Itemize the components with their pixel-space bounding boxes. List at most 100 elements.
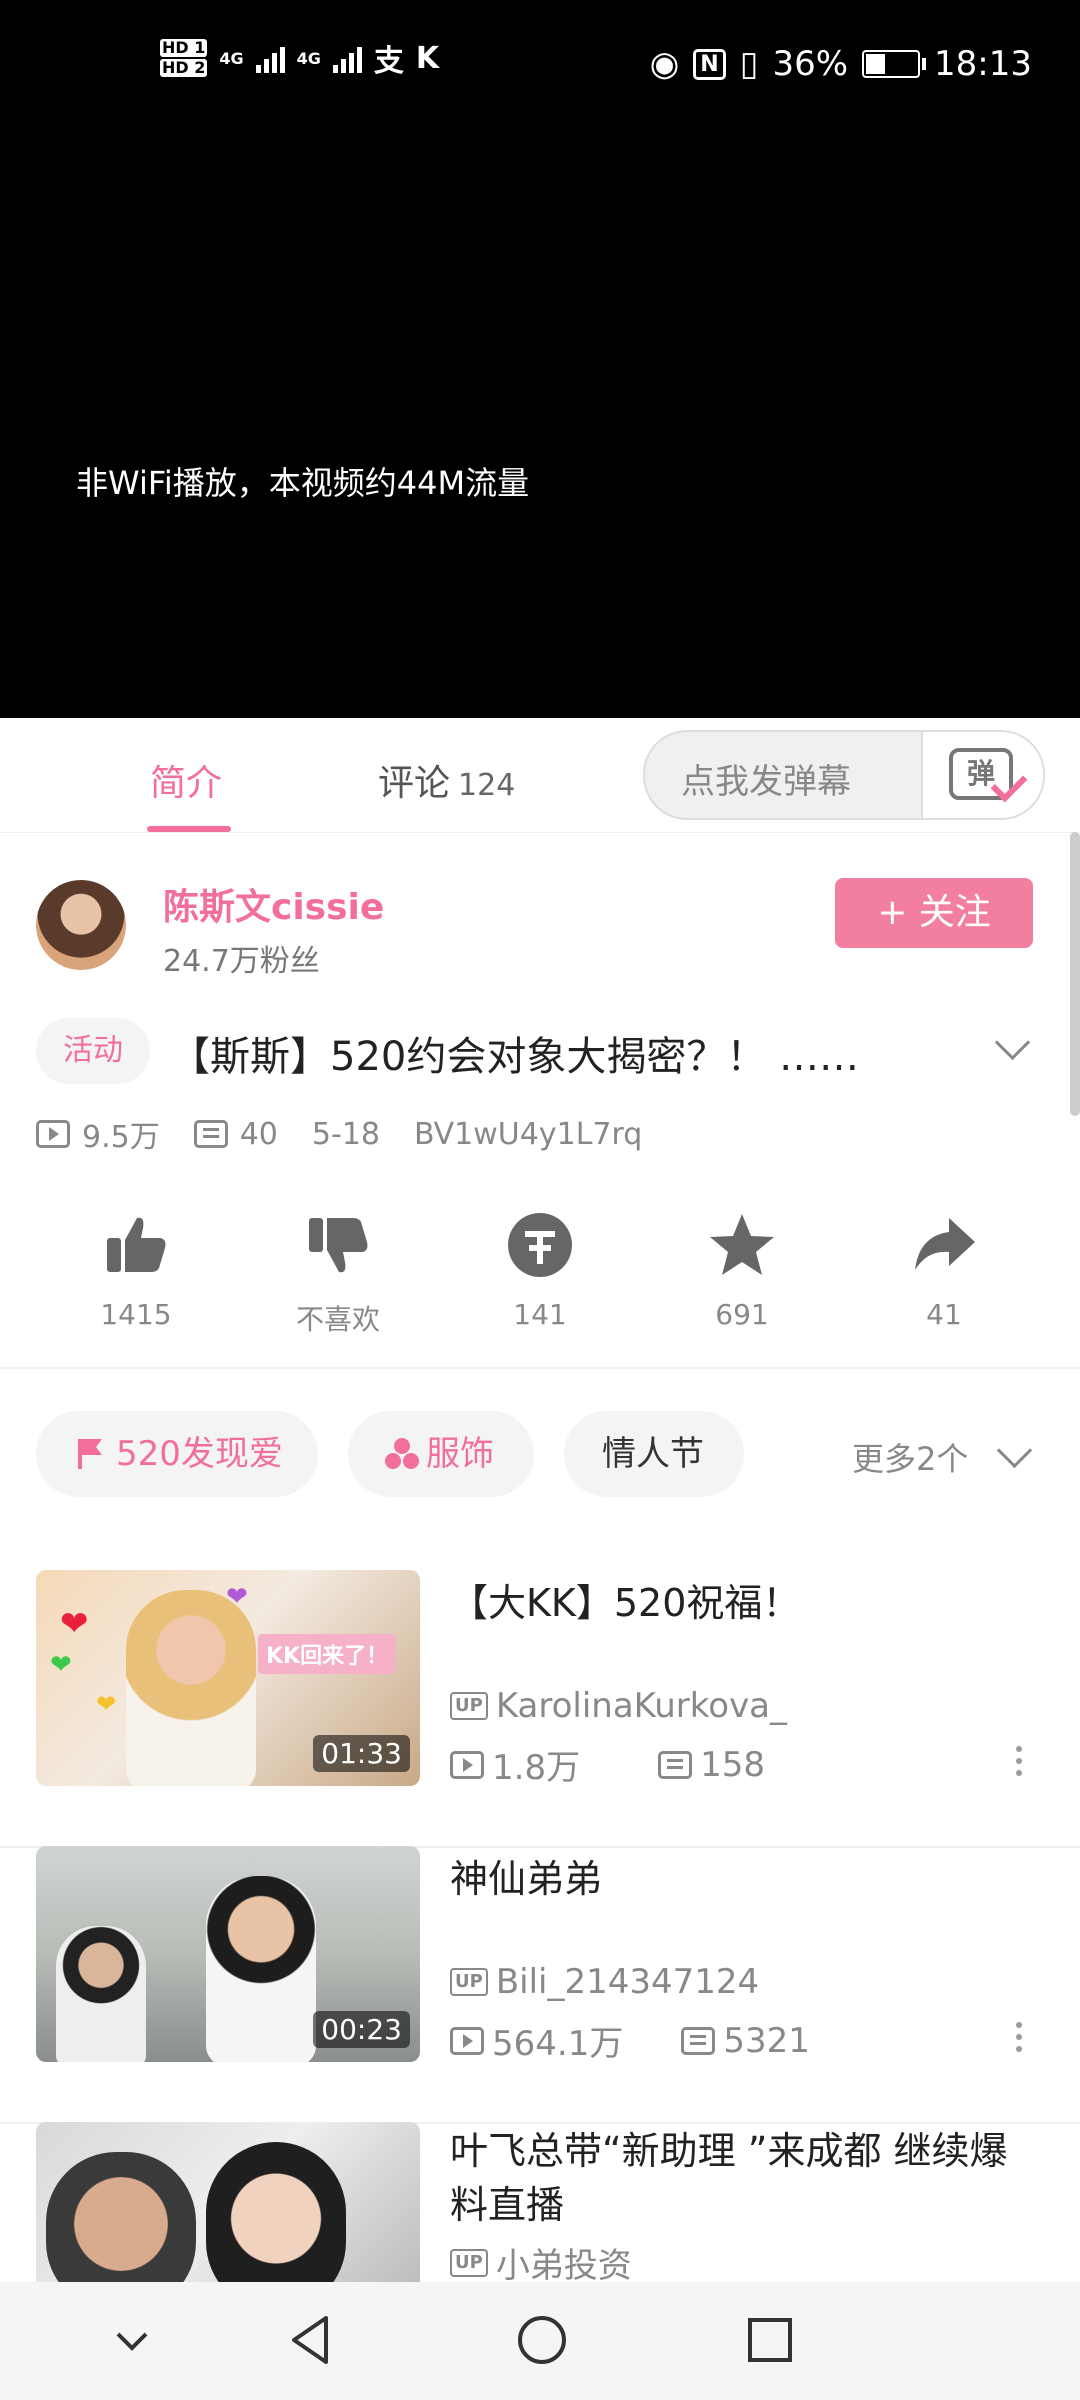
home-icon[interactable] xyxy=(514,2312,570,2368)
system-nav-bar xyxy=(0,2282,1080,2400)
video-title: 【斯斯】520约会对象大揭密？！ …… xyxy=(170,1034,860,1080)
thumbs-up-icon xyxy=(107,1217,166,1272)
danmaku-input[interactable]: 点我发弹幕 弹 xyxy=(643,730,1045,820)
recents-icon[interactable] xyxy=(744,2314,796,2366)
thumbnail-heart: ❤ xyxy=(226,1582,248,1612)
coin-icon xyxy=(508,1213,572,1277)
share-arrow-icon xyxy=(915,1218,975,1270)
hd2-label: HD 2 xyxy=(160,58,208,77)
rec-danmaku: 158 xyxy=(700,1744,765,1785)
comment-count: 124 xyxy=(458,768,516,803)
rec-views: 1.8万 xyxy=(492,1748,581,1788)
rec-stats: 1.8万 158 xyxy=(450,1740,765,1789)
play-count-icon xyxy=(450,1750,484,1779)
rec-title: 神仙弟弟 xyxy=(450,1857,603,1901)
flag-icon xyxy=(78,1439,102,1469)
danmaku-count: 40 xyxy=(239,1116,278,1152)
back-icon[interactable] xyxy=(286,2312,336,2368)
signal-2-icon xyxy=(332,43,362,73)
expand-chevron-icon[interactable] xyxy=(994,1024,1031,1061)
like-button[interactable]: 1415 xyxy=(56,1210,216,1331)
hd1-label: HD 1 xyxy=(160,38,208,57)
thumbnail-heart: ❤ xyxy=(96,1690,117,1718)
rec-danmaku: 5321 xyxy=(723,2020,810,2061)
video-thumbnail[interactable]: ❤ ❤ ❤ ❤ KK回来了！ 01:33 xyxy=(36,1570,420,1786)
favorite-button[interactable]: 691 xyxy=(662,1210,822,1331)
more-tags-label: 更多2个 xyxy=(852,1440,969,1478)
alipay-icon: 支 xyxy=(373,44,404,79)
avatar[interactable] xyxy=(36,880,126,970)
data-usage-notice: 非WiFi播放，本视频约44M流量 xyxy=(76,464,530,502)
signal-icon xyxy=(255,43,285,73)
section-divider xyxy=(0,1367,1080,1369)
hide-keyboard-chevron-icon[interactable] xyxy=(112,2320,152,2360)
danmaku-placeholder: 点我发弹幕 xyxy=(681,762,851,802)
thumbnail-heart: ❤ xyxy=(60,1604,89,1644)
rec-title: 【大KK】520祝福！ xyxy=(450,1581,801,1625)
tab-intro[interactable]: 简介 xyxy=(150,754,222,806)
coin-count: 141 xyxy=(513,1298,567,1331)
tab-active-indicator xyxy=(147,826,231,832)
scrollbar[interactable] xyxy=(1070,832,1080,1116)
rec-stats: 564.1万 5321 xyxy=(450,2016,810,2065)
view-count: 9.5万 xyxy=(82,1120,160,1155)
app-k-icon: K xyxy=(415,40,440,76)
network-2-label: 4G xyxy=(296,48,321,68)
dislike-button[interactable]: 不喜欢 xyxy=(258,1210,418,1338)
uploader-name[interactable]: 陈斯文cissie xyxy=(163,878,384,930)
dislike-label: 不喜欢 xyxy=(295,1303,380,1336)
tab-comments-label: 评论 xyxy=(378,763,451,804)
status-bar: HD 1 HD 2 4G 4G 支 K ◉ N ▯ 36% 18:13 xyxy=(0,0,1080,136)
rec-uploader-name: KarolinaKurkova_ xyxy=(495,1686,788,1726)
video-thumbnail[interactable] xyxy=(36,2122,420,2282)
status-left: HD 1 HD 2 4G 4G 支 K xyxy=(160,36,439,80)
more-tags-button[interactable]: 更多2个 xyxy=(852,1434,968,1480)
vibrate-icon: ▯ xyxy=(739,44,759,84)
list-item[interactable]: 00:23 神仙弟弟 UP Bili_214347124 564.1万 5321 xyxy=(0,1846,1080,2124)
video-duration: 00:23 xyxy=(313,2011,410,2048)
up-badge-icon: UP xyxy=(450,1968,488,1996)
tab-comments[interactable]: 评论 124 xyxy=(378,754,515,806)
thumbnail-person xyxy=(126,1590,256,1786)
danmaku-count-icon xyxy=(658,1750,693,1779)
video-player[interactable]: 非WiFi播放，本视频约44M流量 xyxy=(0,136,1080,718)
tag-chip-fashion[interactable]: 服饰 xyxy=(348,1411,534,1497)
clock: 18:13 xyxy=(934,44,1032,84)
video-meta: 9.5万 40 5-18 BV1wU4y1L7rq xyxy=(36,1112,642,1156)
up-badge-icon: UP xyxy=(450,2248,488,2277)
network-1-label: 4G xyxy=(219,48,244,68)
thumbs-down-icon xyxy=(309,1218,368,1273)
tag-chip-label: 情人节 xyxy=(602,1434,704,1474)
follow-button[interactable]: + 关注 xyxy=(835,878,1033,948)
more-tags-chevron-icon[interactable] xyxy=(996,1432,1033,1469)
danmaku-count-icon xyxy=(681,2026,716,2055)
more-options-icon[interactable] xyxy=(1016,1746,1022,1752)
thumbnail-person xyxy=(206,2142,346,2282)
battery-icon xyxy=(862,50,927,78)
action-bar: 1415 不喜欢 141 691 41 xyxy=(0,1210,1080,1340)
video-thumbnail[interactable]: 00:23 xyxy=(36,1846,420,2062)
share-count: 41 xyxy=(926,1298,962,1331)
tab-intro-label: 简介 xyxy=(150,763,223,804)
rec-uploader: UP 小弟投资 xyxy=(450,2238,632,2287)
up-badge-icon: UP xyxy=(450,1692,488,1720)
danmaku-count-icon xyxy=(193,1120,228,1148)
thumbnail-person xyxy=(206,1876,316,2062)
list-item[interactable]: ❤ ❤ ❤ ❤ KK回来了！ 01:33 【大KK】520祝福！ UP Karol… xyxy=(0,1570,1080,1848)
coin-button[interactable]: 141 xyxy=(460,1210,620,1331)
danmaku-toggle-button[interactable]: 弹 xyxy=(921,732,1043,818)
tag-chip-520[interactable]: 520发现爱 xyxy=(36,1411,318,1497)
video-id: BV1wU4y1L7rq xyxy=(414,1116,643,1152)
battery-percent: 36% xyxy=(772,44,849,84)
more-options-icon[interactable] xyxy=(1016,2022,1022,2028)
share-button[interactable]: 41 xyxy=(864,1210,1024,1331)
tag-chip-valentines[interactable]: 情人节 xyxy=(564,1411,744,1497)
uploader-fans: 24.7万粉丝 xyxy=(163,944,320,979)
tag-chip-label: 520发现爱 xyxy=(116,1434,283,1474)
event-tag[interactable]: 活动 xyxy=(36,1018,150,1084)
like-count: 1415 xyxy=(100,1298,172,1331)
rec-title: 叶飞总带“新助理 ”来成都 继续爆料直播 xyxy=(450,2129,1008,2227)
thumbnail-person xyxy=(46,2152,196,2282)
status-right: ◉ N ▯ 36% 18:13 xyxy=(650,44,1032,84)
eye-icon: ◉ xyxy=(649,44,680,84)
